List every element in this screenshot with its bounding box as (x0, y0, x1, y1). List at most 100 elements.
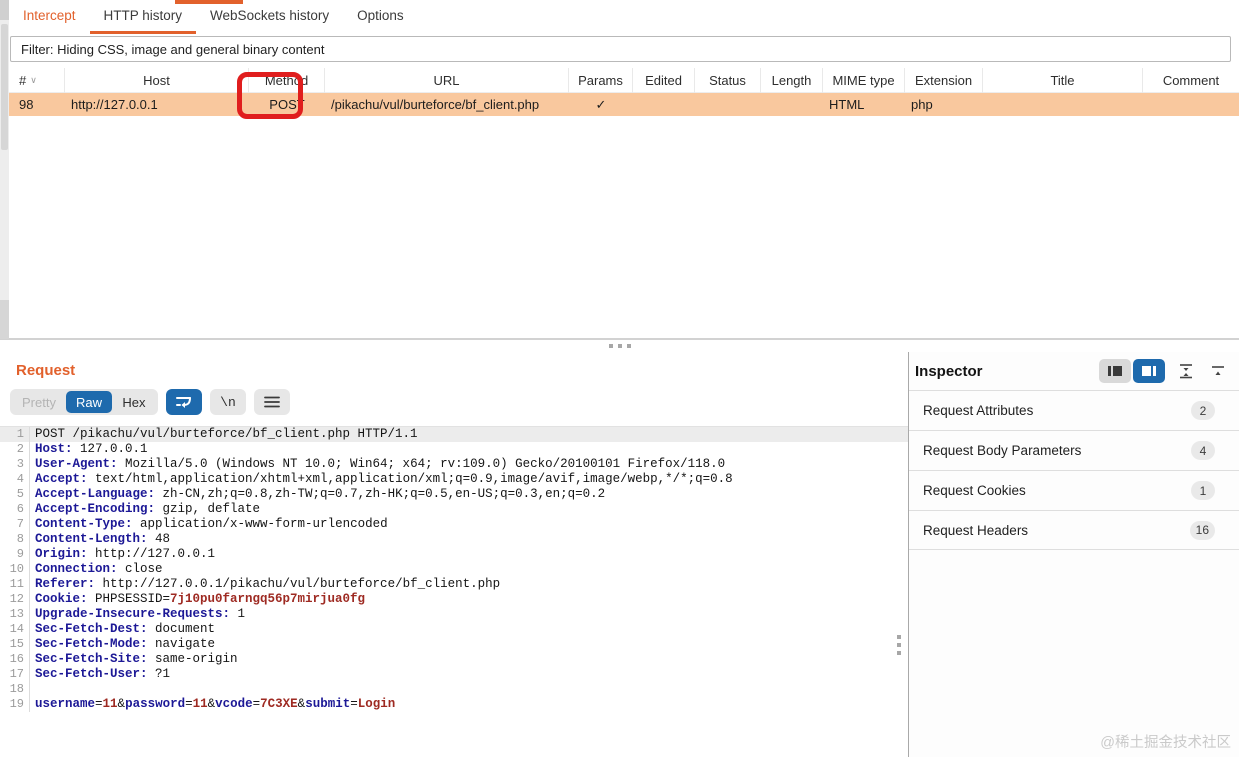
column-header-label: Comment (1162, 73, 1220, 88)
request-line-19[interactable]: 19 username=11&password=11&vcode=7C3XE&su… (0, 697, 908, 712)
column-header-host[interactable]: Host (65, 68, 249, 93)
inspector-title: Inspector (915, 362, 983, 380)
wrap-lines-button[interactable] (165, 389, 202, 415)
plain-token: http://127.0.0.1/pikachu/vul/burteforce/… (95, 577, 501, 591)
plain-token: navigate (147, 637, 216, 651)
line-content: Sec-Fetch-Mode: navigate (30, 637, 215, 652)
column-header-comment[interactable]: Comment (1143, 68, 1239, 93)
plain-token: PHPSESSID= (87, 592, 171, 606)
header-name-token: vcode (215, 697, 253, 711)
pretty-button[interactable]: Pretty (12, 391, 66, 413)
inspector-header: Inspector (909, 352, 1239, 390)
request-line-9[interactable]: 9 Origin: http://127.0.0.1 (0, 547, 908, 562)
plain-token: 127.0.0.1 (72, 442, 148, 456)
request-line-17[interactable]: 17 Sec-Fetch-User: ?1 (0, 667, 908, 682)
cell-value: HTML (829, 97, 865, 112)
editor-menu-button[interactable] (253, 389, 290, 415)
hamburger-menu-icon (261, 391, 283, 413)
cell-value: http://127.0.0.1 (71, 97, 158, 112)
inspector-section-request-body-parameters[interactable]: Request Body Parameters 4 (909, 430, 1239, 470)
horizontal-splitter[interactable] (0, 340, 1239, 352)
tab-intercept[interactable]: Intercept (9, 0, 90, 34)
filter-bar[interactable]: Filter: Hiding CSS, image and general bi… (10, 36, 1231, 62)
request-line-2[interactable]: 2 Host: 127.0.0.1 (0, 442, 908, 457)
request-line-3[interactable]: 3 User-Agent: Mozilla/5.0 (Windows NT 10.… (0, 457, 908, 472)
splitter-dot (897, 635, 901, 639)
collapse-all-button[interactable] (1175, 360, 1197, 382)
column-header-params[interactable]: Params (569, 68, 633, 93)
table-row[interactable]: 98 http://127.0.0.1 POST/pikachu/vul/burte… (9, 93, 1239, 116)
line-number: 13 (0, 607, 30, 622)
inspector-section-request-headers[interactable]: Request Headers 16 (909, 510, 1239, 550)
tab-websockets-history[interactable]: WebSockets history (196, 0, 343, 34)
line-number: 4 (0, 472, 30, 487)
request-line-15[interactable]: 15 Sec-Fetch-Mode: navigate (0, 637, 908, 652)
request-line-13[interactable]: 13 Upgrade-Insecure-Requests: 1 (0, 607, 908, 622)
header-name-token: Accept-Language: (35, 487, 156, 501)
request-line-7[interactable]: 7 Content-Type: application/x-www-form-ur… (0, 517, 908, 532)
column-header-label: Host (143, 73, 170, 88)
plain-token: = (95, 697, 103, 711)
row-cell-status (695, 93, 761, 116)
request-editor[interactable]: 1 POST /pikachu/vul/burteforce/bf_client.… (0, 426, 908, 757)
column-header-status[interactable]: Status (695, 68, 761, 93)
dock-left-button[interactable] (1099, 359, 1131, 383)
line-content: Accept-Encoding: gzip, deflate (30, 502, 260, 517)
vertical-splitter-grip[interactable] (897, 635, 901, 655)
request-line-10[interactable]: 10 Connection: close (0, 562, 908, 577)
request-line-1[interactable]: 1 POST /pikachu/vul/burteforce/bf_client.… (0, 427, 908, 442)
tab-http-history[interactable]: HTTP history (89, 0, 197, 34)
collapse-to-top-button[interactable] (1207, 360, 1229, 382)
request-line-4[interactable]: 4 Accept: text/html,application/xhtml+xml… (0, 472, 908, 487)
request-line-5[interactable]: 5 Accept-Language: zh-CN,zh;q=0.8,zh-TW;q… (0, 487, 908, 502)
section-label: Request Attributes (923, 403, 1034, 418)
plain-token: close (117, 562, 163, 576)
value-token: Login (357, 697, 396, 711)
scrollbar-thumb[interactable] (1, 24, 8, 150)
column-header-length[interactable]: Length (761, 68, 823, 93)
request-line-8[interactable]: 8 Content-Length: 48 (0, 532, 908, 547)
inspector-sections: Request Attributes 2 Request Body Paramete… (909, 390, 1239, 550)
filter-text: Filter: Hiding CSS, image and general bi… (21, 41, 325, 57)
line-number: 2 (0, 442, 30, 457)
request-line-14[interactable]: 14 Sec-Fetch-Dest: document (0, 622, 908, 637)
column-header-label: Extension (914, 73, 973, 88)
row-cell-host: http://127.0.0.1 (65, 93, 249, 116)
value-token: 7C3XE (260, 697, 298, 711)
column-header-edited[interactable]: Edited (633, 68, 695, 93)
scrollbar-up-button[interactable] (0, 0, 9, 20)
plain-token: gzip, deflate (155, 502, 261, 516)
request-line-18[interactable]: 18 (0, 682, 908, 697)
column-header-url[interactable]: URL (325, 68, 569, 93)
line-number: 8 (0, 532, 30, 547)
column-header-label: MIME type (832, 73, 895, 88)
hex-button[interactable]: Hex (112, 391, 156, 413)
tab-label: HTTP history (103, 8, 183, 23)
tab-label: Intercept (23, 8, 76, 23)
request-line-16[interactable]: 16 Sec-Fetch-Site: same-origin (0, 652, 908, 667)
column-header-title[interactable]: Title (983, 68, 1143, 93)
column-header-mime-type[interactable]: MIME type (823, 68, 905, 93)
table-vertical-scrollbar[interactable] (0, 0, 9, 339)
request-line-12[interactable]: 12 Cookie: PHPSESSID=7j10pu0farngq56p7mir… (0, 592, 908, 607)
section-count-badge: 16 (1189, 520, 1215, 540)
plain-token: text/html,application/xhtml+xml,applicat… (87, 472, 733, 486)
request-line-11[interactable]: 11 Referer: http://127.0.0.1/pikachu/vul/… (0, 577, 908, 592)
request-line-6[interactable]: 6 Accept-Encoding: gzip, deflate (0, 502, 908, 517)
column-header--[interactable]: # ∨ (9, 68, 65, 93)
line-content: Accept: text/html,application/xhtml+xml,… (30, 472, 733, 487)
dock-right-button[interactable] (1133, 359, 1165, 383)
tab-options[interactable]: Options (343, 0, 418, 34)
show-newlines-button[interactable]: \n (209, 389, 246, 415)
column-header-method[interactable]: Method (249, 68, 325, 93)
section-label: Request Body Parameters (923, 443, 1082, 458)
line-content: Sec-Fetch-User: ?1 (30, 667, 170, 682)
header-name-token: Sec-Fetch-Site: (35, 652, 148, 666)
cell-value: php (911, 97, 933, 112)
line-content: Content-Type: application/x-www-form-url… (30, 517, 388, 532)
column-header-extension[interactable]: Extension (905, 68, 983, 93)
row-cell-params: ✓ (569, 93, 633, 116)
inspector-section-request-cookies[interactable]: Request Cookies 1 (909, 470, 1239, 510)
raw-button[interactable]: Raw (65, 391, 112, 413)
inspector-section-request-attributes[interactable]: Request Attributes 2 (909, 390, 1239, 430)
